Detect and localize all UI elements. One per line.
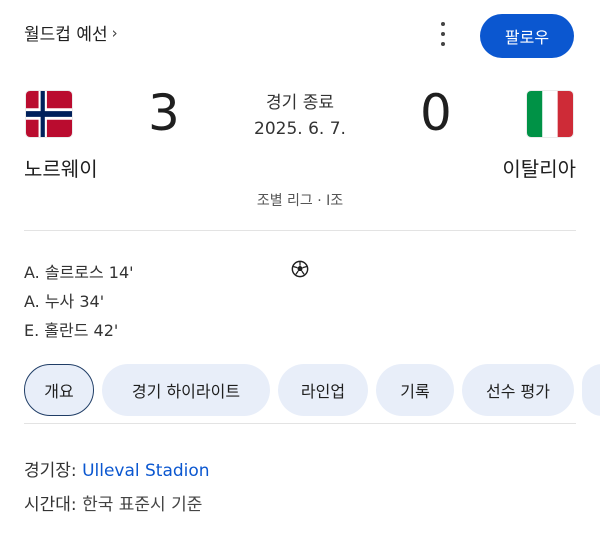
scorer-item: A. 누사 34' (24, 292, 105, 311)
home-score: 3 (148, 84, 180, 142)
venue-label: 경기장: (24, 461, 77, 481)
tab-player-ratings[interactable]: 선수 평가 (462, 364, 574, 416)
match-status: 경기 종료 2025. 6. 7. (200, 90, 400, 142)
norway-flag-icon (26, 91, 72, 137)
tab-overview[interactable]: 개요 (24, 364, 94, 416)
away-score: 0 (420, 84, 452, 142)
italy-flag-icon (527, 91, 573, 137)
scorer-item: E. 홀란드 42' (24, 321, 119, 340)
venue-link[interactable]: Ulleval Stadion (82, 461, 210, 481)
tab-lineup[interactable]: 라인업 (278, 364, 368, 416)
soccer-ball-icon (291, 260, 309, 278)
venue-row: 경기장: Ulleval Stadion (24, 454, 210, 488)
timezone-value: 한국 표준시 기준 (82, 495, 203, 515)
match-stage: 조별 리그 · I조 (256, 193, 344, 209)
scorers-list: A. 솔르로스 14' A. 누사 34' E. 홀란드 42' (24, 258, 134, 345)
timezone-label: 시간대: (24, 495, 77, 515)
top-bar: 월드컵 예선 › 팔로우 (0, 0, 600, 72)
tab-more[interactable]: 두 (582, 364, 600, 416)
divider (24, 230, 576, 231)
match-date: 2025. 6. 7. (254, 119, 346, 139)
match-info: 경기장: Ulleval Stadion 시간대: 한국 표준시 기준 (24, 454, 210, 522)
chevron-right-icon: › (111, 23, 118, 42)
tab-bar: 개요 경기 하이라이트 라인업 기록 선수 평가 두 (24, 364, 600, 416)
away-team-name[interactable]: 이탈리아 (502, 153, 576, 182)
breadcrumb-label[interactable]: 월드컵 예선 (24, 20, 108, 45)
more-vert-icon[interactable] (432, 22, 454, 46)
status-text: 경기 종료 (266, 93, 334, 113)
divider (24, 423, 576, 424)
timezone-row: 시간대: 한국 표준시 기준 (24, 488, 210, 522)
home-team-name[interactable]: 노르웨이 (24, 153, 98, 182)
scorer-item: A. 솔르로스 14' (24, 263, 134, 282)
breadcrumb[interactable]: 월드컵 예선 › (24, 20, 118, 46)
follow-button[interactable]: 팔로우 (480, 14, 574, 58)
tab-stats[interactable]: 기록 (376, 364, 454, 416)
tab-highlights[interactable]: 경기 하이라이트 (102, 364, 270, 416)
